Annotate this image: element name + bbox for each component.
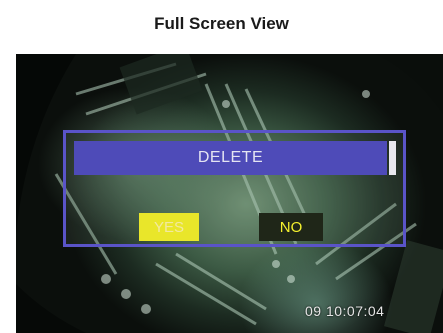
no-button[interactable]: NO	[259, 213, 323, 241]
timestamp-overlay: 09 10:07:04	[305, 303, 385, 319]
dialog-titlebar-accent	[389, 141, 396, 175]
page-heading: Full Screen View	[154, 14, 289, 33]
delete-dialog: DELETE YES NO	[63, 130, 406, 247]
camera-full-screen-view: DELETE YES NO 09 10:07:04	[16, 54, 443, 333]
yes-button[interactable]: YES	[139, 213, 199, 241]
dialog-title: DELETE	[74, 141, 387, 175]
